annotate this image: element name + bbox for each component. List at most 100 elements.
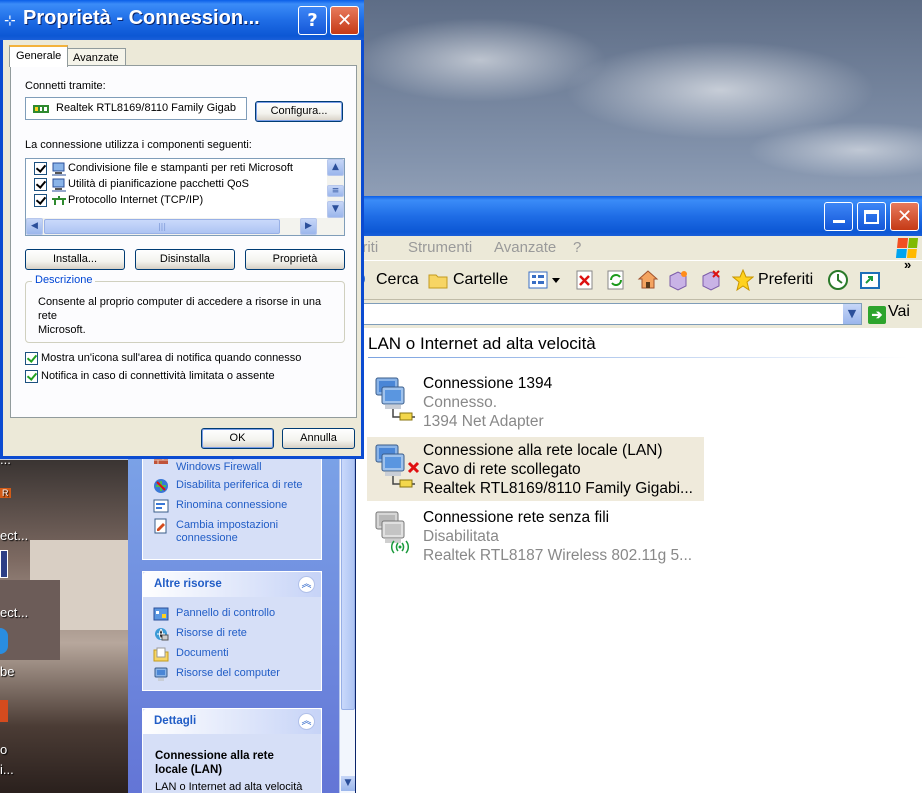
connection-device: 1394 Net Adapter [423,413,544,430]
home-icon[interactable] [637,269,659,291]
chevron-down-icon[interactable]: ▼ [843,304,861,324]
go-arrow-icon: ➔ [868,306,886,324]
install-button[interactable]: Installa... [25,249,125,270]
desktop-icon-label[interactable]: ect... [0,528,28,543]
network-disconnected-icon [375,444,420,488]
media-icon[interactable] [859,269,881,291]
go-button[interactable]: ➔ Vai [868,303,920,325]
list-horizontal-scrollbar[interactable]: ◀ ||| ▶ [26,218,344,235]
details-type: LAN o Internet ad alta velocità [155,781,303,793]
component-checkbox[interactable] [34,194,47,207]
scroll-right-icon[interactable]: ▶ [300,218,317,235]
other-places-box: Altre risorse ︽ Pannello di controllo Ri… [142,571,322,691]
component-checkbox[interactable] [34,162,47,175]
components-list[interactable]: Condivisione file e stampanti per reti M… [25,158,345,236]
collapse-icon[interactable]: ︽ [298,576,315,593]
task-pane-scrollbar[interactable]: ▼ [339,455,355,793]
ok-button[interactable]: OK [201,428,274,449]
help-button[interactable]: ? [298,6,327,35]
toolbar: Cerca Cartelle Preferiti » [356,257,922,300]
documents-icon [153,647,169,662]
search-button[interactable]: Cerca [376,271,419,289]
desktop-icon-label[interactable]: be [0,664,14,679]
general-tab-panel: Connetti tramite: Realtek RTL8169/8110 F… [10,65,357,418]
address-input[interactable]: ▼ [356,303,862,325]
folders-icon[interactable] [427,269,449,291]
uninstall-button[interactable]: Disinstalla [135,249,235,270]
window-titlebar[interactable]: ✕ [356,196,922,236]
minimize-button[interactable] [824,202,853,231]
desktop-icon[interactable] [0,628,8,654]
notify-checkbox[interactable] [25,370,38,383]
scroll-left-icon[interactable]: ◀ [26,218,43,235]
desktop-icon[interactable] [0,700,8,722]
other-places-header[interactable]: Altre risorse ︽ [143,572,321,597]
menu-item-tools[interactable]: Strumenti [408,239,472,256]
menu-item-help[interactable]: ? [573,239,581,256]
connection-name: Connessione rete senza fili [423,509,610,526]
new-folder-icon[interactable] [667,269,689,291]
scrollbar-thumb[interactable] [341,455,355,710]
rename-icon [153,499,169,513]
close-button[interactable]: ✕ [330,6,359,35]
connection-device: Realtek RTL8187 Wireless 802.11g 5... [423,547,693,564]
maximize-button[interactable] [857,202,886,231]
group-header: LAN o Internet ad alta velocità [368,334,596,353]
address-bar: ▼ ➔ Vai [356,300,922,328]
my-computer-icon [154,667,168,681]
remove-icon[interactable] [700,269,722,291]
toolbar-overflow-button[interactable]: » [904,257,911,272]
adapter-field: Realtek RTL8169/8110 Family Gigab [25,97,247,120]
connection-device: Realtek RTL8169/8110 Family Gigabi... [423,480,693,497]
connection-item[interactable]: Connessione rete senza fili Disabilitata… [367,504,704,568]
desktop-icon[interactable] [0,550,8,578]
history-icon[interactable] [827,269,849,291]
desktop-icon-label[interactable]: R [0,488,11,498]
dialog-title: Proprietà - Connession... [23,7,260,29]
task-pane: Modifica impostazioni Windows Firewall D… [128,448,355,793]
close-button[interactable]: ✕ [890,202,919,231]
favorites-button[interactable]: Preferiti [758,271,813,289]
connection-item[interactable]: Connessione 1394 Connesso. 1394 Net Adap… [367,370,704,434]
place-label: Risorse di rete [176,627,247,639]
configure-button[interactable]: Configura... [255,101,343,122]
folders-button[interactable]: Cartelle [453,271,508,289]
place-label: Documenti [176,647,229,659]
collapse-icon[interactable]: ︽ [298,713,315,730]
component-checkbox[interactable] [34,178,47,191]
place-label: Risorse del computer [176,667,280,679]
details-header[interactable]: Dettagli ︽ [143,709,321,734]
connection-status: Connesso. [423,394,498,411]
qos-scheduler-icon [52,178,66,192]
connection-name: Connessione 1394 [423,375,553,392]
connection-item-selected[interactable]: Connessione alla rete locale (LAN) Cavo … [367,437,704,501]
description-group: Descrizione Consente al proprio computer… [25,274,345,343]
desktop-icon-label[interactable]: ect... [0,605,28,620]
cancel-button[interactable]: Annulla [282,428,355,449]
scroll-down-icon[interactable]: ▼ [341,776,355,791]
components-label: La connessione utilizza i componenti seg… [25,139,252,151]
task-label-line2: connessione [176,532,238,544]
desktop-icon-label[interactable]: o [0,742,7,757]
task-label-line1: Cambia impostazioni [176,519,279,531]
desktop-icon-label[interactable]: i... [0,762,14,777]
favorites-icon[interactable] [732,269,754,291]
views-icon[interactable] [527,269,561,291]
task-firewall-label-line2: Windows Firewall [176,461,262,473]
dialog-titlebar[interactable]: ⊹ Proprietà - Connession... ? ✕ [0,0,364,40]
properties-button[interactable]: Proprietà [245,249,345,270]
tab-general[interactable]: Generale [9,45,69,67]
close-icon: ✕ [336,10,353,31]
refresh-icon[interactable] [605,269,627,291]
scrollbar-thumb[interactable]: ≡ [327,185,344,197]
scroll-up-icon[interactable]: ▲ [327,159,344,176]
show-icon-checkbox[interactable] [25,352,38,365]
menu-item-advanced[interactable]: Avanzate [494,239,556,256]
task-label: Rinomina connessione [176,499,288,511]
maximize-icon [864,209,879,224]
scroll-down-icon[interactable]: ▼ [327,201,344,218]
description-title: Descrizione [32,274,96,286]
delete-icon[interactable] [574,269,596,291]
list-vertical-scrollbar[interactable]: ▲ ≡ ▼ [327,159,344,219]
scrollbar-thumb[interactable]: ||| [44,219,280,234]
